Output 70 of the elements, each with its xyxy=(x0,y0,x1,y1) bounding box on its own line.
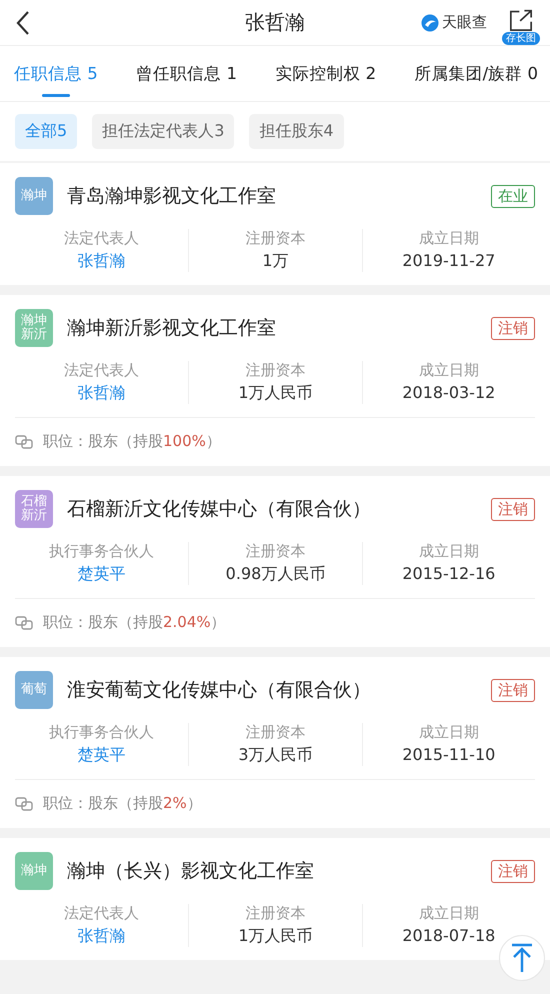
stat-label: 成立日期 xyxy=(418,542,479,561)
stat-value: 2018-07-18 xyxy=(402,926,496,945)
stat-value: 2015-11-10 xyxy=(402,745,496,764)
position-icon xyxy=(15,434,33,448)
save-image-badge[interactable]: 存长图 xyxy=(502,32,540,44)
status-tag: 在业 xyxy=(491,184,535,208)
stat-label: 成立日期 xyxy=(418,723,479,742)
company-name: 青岛瀚坤影视文化工作室 xyxy=(67,184,276,209)
company-name: 石榴新沂文化传媒中心（有限合伙） xyxy=(67,497,371,522)
stat-label: 法定代表人 xyxy=(64,361,140,380)
eye-logo-icon xyxy=(421,14,439,32)
stat-label: 执行事务合伙人 xyxy=(49,542,154,561)
position-text: 职位：股东（持股100%） xyxy=(43,432,221,451)
status-tag: 注销 xyxy=(491,860,535,882)
status-tag: 注销 xyxy=(491,678,535,702)
company-card[interactable]: 瀚坤 青岛瀚坤影视文化工作室 在业 法定代表人 张哲瀚 注册资本 1万 成立日期 2019-11-27 xyxy=(0,163,550,285)
stat-value: 2019-11-27 xyxy=(402,251,496,270)
brand-name: 天眼查 xyxy=(442,13,487,32)
stat-label: 注册资本 xyxy=(245,361,306,380)
stat-label: 注册资本 xyxy=(245,542,306,561)
person-link[interactable]: 张哲瀚 xyxy=(78,251,126,272)
person-link[interactable]: 张哲瀚 xyxy=(78,926,126,947)
company-name: 瀚坤新沂影视文化工作室 xyxy=(67,316,276,341)
company-card[interactable]: 石榴新沂 石榴新沂文化传媒中心（有限合伙） 注销 执行事务合伙人 楚英平 注册资本 0.98万人民币 成立日期 2015-12-16 职位：股东（持股2.04%） xyxy=(0,476,550,647)
stat-label: 法定代表人 xyxy=(64,229,140,248)
person-link[interactable]: 楚英平 xyxy=(78,564,126,585)
company-logo: 瀚坤 xyxy=(15,177,53,215)
company-card[interactable]: 瀚坤新沂 瀚坤新沂影视文化工作室 注销 法定代表人 张哲瀚 注册资本 1万人民币 成立日期 2018-03-12 职位：股东（持股100%） xyxy=(0,295,550,466)
company-card[interactable]: 瀚坤 瀚坤（长兴）影视文化工作室 注销 法定代表人 张哲瀚 注册资本 1万人民币 成立日期 2018-07-18 xyxy=(0,838,550,960)
company-name: 瀚坤（长兴）影视文化工作室 xyxy=(67,859,314,884)
share-icon[interactable] xyxy=(508,8,534,30)
company-card[interactable]: 葡萄 淮安葡萄文化传媒中心（有限合伙） 注销 执行事务合伙人 楚英平 注册资本 3万人民币 成立日期 2015-11-10 职位：股东（持股2%） xyxy=(0,657,550,828)
company-logo: 瀚坤 xyxy=(15,852,53,890)
stat-value: 2015-12-16 xyxy=(402,564,496,583)
status-tag: 注销 xyxy=(491,498,535,520)
position-icon xyxy=(15,796,33,810)
back-icon[interactable] xyxy=(16,10,30,36)
stat-label: 法定代表人 xyxy=(64,904,140,923)
page-title: 张哲瀚 xyxy=(245,9,305,36)
stat-value: 1万 xyxy=(262,251,289,272)
tab[interactable]: 实际控制权 2 xyxy=(275,54,376,92)
company-logo: 瀚坤新沂 xyxy=(15,309,53,347)
arrow-up-icon xyxy=(511,943,533,973)
filter-chip[interactable]: 担任股东4 xyxy=(249,114,344,149)
stat-label: 成立日期 xyxy=(418,361,479,380)
stat-label: 注册资本 xyxy=(245,229,306,248)
stat-label: 成立日期 xyxy=(418,229,479,248)
company-name: 淮安葡萄文化传媒中心（有限合伙） xyxy=(67,678,371,703)
stat-label: 注册资本 xyxy=(245,904,306,923)
stat-value: 0.98万人民币 xyxy=(226,564,326,585)
stat-value: 2018-03-12 xyxy=(402,383,496,402)
stat-label: 成立日期 xyxy=(418,904,479,923)
stat-label: 注册资本 xyxy=(245,723,306,742)
tab[interactable]: 所属集团/族群 0 xyxy=(414,54,538,92)
person-link[interactable]: 张哲瀚 xyxy=(78,383,126,404)
scroll-to-top-button[interactable] xyxy=(499,935,545,981)
filter-chip[interactable]: 担任法定代表人3 xyxy=(92,114,234,149)
filter-chip[interactable]: 全部5 xyxy=(15,114,78,149)
tab[interactable]: 曾任职信息 1 xyxy=(136,54,237,92)
company-logo: 葡萄 xyxy=(15,671,53,709)
position-text: 职位：股东（持股2.04%） xyxy=(43,613,226,632)
status-tag: 注销 xyxy=(491,316,535,340)
stat-value: 3万人民币 xyxy=(238,745,313,766)
position-icon xyxy=(15,616,33,630)
stat-value: 1万人民币 xyxy=(238,926,313,947)
stat-value: 1万人民币 xyxy=(238,383,313,404)
position-text: 职位：股东（持股2%） xyxy=(43,794,202,813)
company-logo: 石榴新沂 xyxy=(15,490,53,528)
person-link[interactable]: 楚英平 xyxy=(78,745,126,766)
stat-label: 执行事务合伙人 xyxy=(49,723,154,742)
